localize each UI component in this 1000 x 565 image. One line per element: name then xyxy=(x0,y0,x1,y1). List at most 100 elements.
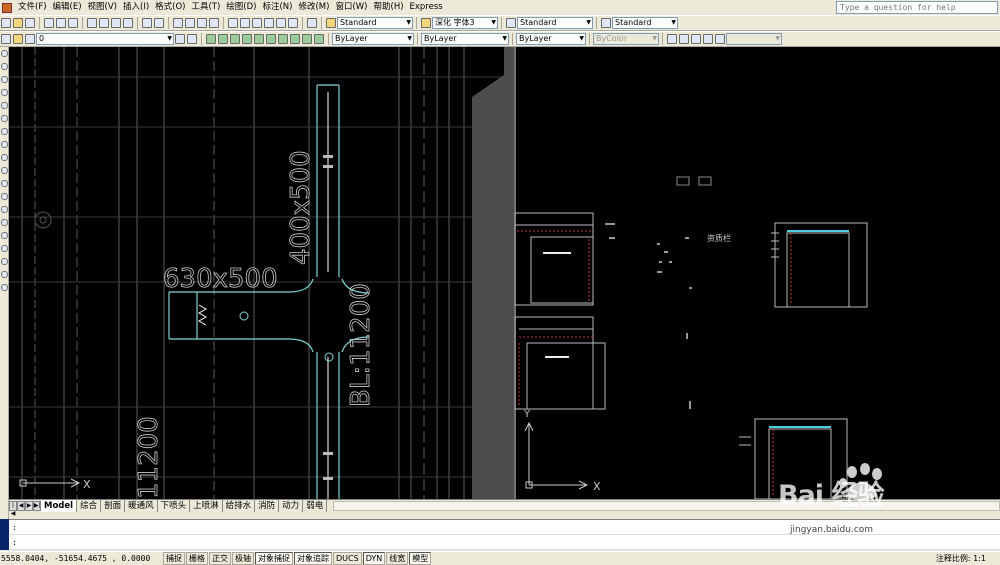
annotation-scale[interactable]: 注释比例: 1:1 xyxy=(936,553,986,564)
menu-dimension[interactable]: 标注(N) xyxy=(259,0,295,15)
sheet-set-icon[interactable] xyxy=(264,18,274,28)
make-block-icon[interactable] xyxy=(1,206,8,213)
viewport-polygon-icon[interactable] xyxy=(691,34,701,44)
markup-icon[interactable] xyxy=(276,18,286,28)
tab-prev-icon[interactable]: ◀ xyxy=(17,501,25,511)
command-window-handle[interactable] xyxy=(0,519,9,550)
fillet-icon[interactable] xyxy=(314,34,324,44)
menu-draw[interactable]: 绘图(D) xyxy=(223,0,259,15)
snap-toggle[interactable]: 捕捉 xyxy=(163,551,185,565)
menu-edit[interactable]: 编辑(E) xyxy=(50,0,85,15)
tab-layout[interactable]: 弱电 xyxy=(303,500,328,512)
text-style-select[interactable]: Standard ▼ xyxy=(337,17,413,29)
otrack-toggle[interactable]: 对象追踪 xyxy=(294,551,332,565)
insert-block-icon[interactable] xyxy=(1,193,8,200)
line-tool-icon[interactable] xyxy=(1,50,8,57)
viewport-convert-icon[interactable] xyxy=(703,34,713,44)
help-search-input[interactable]: Type a question for help xyxy=(836,1,998,14)
tab-model[interactable]: Model xyxy=(41,500,78,512)
layer-previous-icon[interactable] xyxy=(187,34,197,44)
revision-cloud-icon[interactable] xyxy=(1,141,8,148)
grid-toggle[interactable]: 栅格 xyxy=(186,551,208,565)
undo-icon[interactable] xyxy=(142,18,152,28)
circle-icon[interactable] xyxy=(1,128,8,135)
ellipse-arc-icon[interactable] xyxy=(1,180,8,187)
region-icon[interactable] xyxy=(1,258,8,265)
polyline-icon[interactable] xyxy=(1,76,8,83)
viewport-icon[interactable] xyxy=(679,34,689,44)
gradient-icon[interactable] xyxy=(1,245,8,252)
menu-tools[interactable]: 工具(T) xyxy=(188,0,223,15)
calculator-icon[interactable] xyxy=(288,18,298,28)
rectangle-icon[interactable] xyxy=(1,102,8,109)
trim-icon[interactable] xyxy=(290,34,300,44)
tab-first-icon[interactable]: |◀ xyxy=(9,501,17,517)
scale-icon[interactable] xyxy=(242,34,252,44)
print-icon[interactable] xyxy=(44,18,54,28)
copy-object-icon[interactable] xyxy=(218,34,228,44)
dyn-toggle[interactable]: DYN xyxy=(362,551,386,565)
offset-icon[interactable] xyxy=(266,34,276,44)
tool-palettes-icon[interactable] xyxy=(252,18,262,28)
font-style-select[interactable]: 深化 字体3 ▼ xyxy=(432,17,498,29)
properties-icon[interactable] xyxy=(228,18,238,28)
menu-file[interactable]: 文件(F) xyxy=(15,0,50,15)
lineweight-toggle[interactable]: 线宽 xyxy=(386,551,409,565)
ellipse-icon[interactable] xyxy=(1,167,8,174)
print-preview-icon[interactable] xyxy=(56,18,66,28)
tab-next-icon[interactable]: ▶ xyxy=(25,501,33,511)
cut-icon[interactable] xyxy=(87,18,97,28)
menu-insert[interactable]: 插入(I) xyxy=(120,0,152,15)
tab-layout[interactable]: 下喷头 xyxy=(158,500,191,512)
ortho-toggle[interactable]: 正交 xyxy=(209,551,231,565)
lineweight-select[interactable]: ByLayer ▼ xyxy=(516,33,586,45)
multiline-text-icon[interactable] xyxy=(1,284,8,291)
zoom-window-icon[interactable] xyxy=(197,18,207,28)
paste-icon[interactable] xyxy=(111,18,121,28)
help-icon[interactable] xyxy=(307,18,317,28)
redo-icon[interactable] xyxy=(154,18,164,28)
move-icon[interactable] xyxy=(206,34,216,44)
hatch-icon[interactable] xyxy=(1,232,8,239)
dim-style-select[interactable]: Standard ▼ xyxy=(517,17,593,29)
zoom-realtime-icon[interactable] xyxy=(185,18,195,28)
publish-icon[interactable] xyxy=(68,18,78,28)
layer-manager-icon[interactable] xyxy=(1,34,11,44)
layer-select[interactable]: 0 ▼ xyxy=(36,33,174,45)
spline-icon[interactable] xyxy=(1,154,8,161)
model-toggle[interactable]: 模型 xyxy=(409,551,432,565)
array-icon[interactable] xyxy=(278,34,288,44)
pan-icon[interactable] xyxy=(173,18,183,28)
tab-layout[interactable]: 综合 xyxy=(77,500,102,512)
copy-icon[interactable] xyxy=(99,18,109,28)
save-icon[interactable] xyxy=(25,18,35,28)
extend-icon[interactable] xyxy=(302,34,312,44)
ducs-toggle[interactable]: DUCS xyxy=(333,551,362,565)
polygon-icon[interactable] xyxy=(1,89,8,96)
viewport-single-icon[interactable] xyxy=(667,34,677,44)
menu-help[interactable]: 帮助(H) xyxy=(371,0,407,15)
tab-layout[interactable]: 暖通风 xyxy=(125,500,158,512)
polar-toggle[interactable]: 极轴 xyxy=(232,551,254,565)
drawing-canvas[interactable]: 630x500 400x500 BL:11200 11200 X 资质栏 X Y xyxy=(9,47,1000,499)
linetype-select[interactable]: ByLayer ▼ xyxy=(421,33,509,45)
point-icon[interactable] xyxy=(1,219,8,226)
sun-icon[interactable] xyxy=(25,34,35,44)
menu-modify[interactable]: 修改(M) xyxy=(295,0,332,15)
osnap-toggle[interactable]: 对象捕捉 xyxy=(255,551,293,565)
app-icon[interactable] xyxy=(2,2,12,13)
match-properties-icon[interactable] xyxy=(123,18,133,28)
rotate-icon[interactable] xyxy=(230,34,240,44)
tab-layout[interactable]: 给排水 xyxy=(223,500,256,512)
open-folder-icon[interactable] xyxy=(13,18,23,28)
color-select[interactable]: ByLayer ▼ xyxy=(332,33,414,45)
arc-icon[interactable] xyxy=(1,115,8,122)
menu-express[interactable]: Express xyxy=(407,0,446,15)
menu-view[interactable]: 视图(V) xyxy=(85,0,120,15)
menu-window[interactable]: 窗口(W) xyxy=(332,0,370,15)
tab-layout[interactable]: 上喷淋 xyxy=(190,500,223,512)
mirror-icon[interactable] xyxy=(254,34,264,44)
tab-layout[interactable]: 剖面 xyxy=(101,500,126,512)
tab-last-icon[interactable]: ▶| xyxy=(33,501,41,511)
construction-line-icon[interactable] xyxy=(1,63,8,70)
